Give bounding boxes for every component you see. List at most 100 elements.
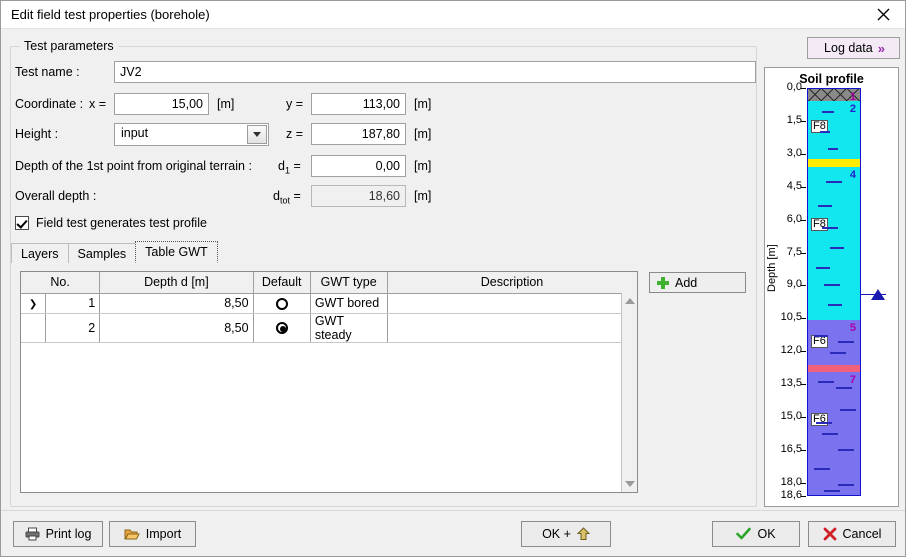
scroll-up-icon[interactable] [622,293,638,309]
depth-first-point-symbol: d1 = [278,159,301,176]
title-bar: Edit field test properties (borehole) [1,1,905,29]
depth-tick-label: 0,0 [786,81,802,93]
height-mode-select[interactable]: input [114,123,269,146]
soil-layer-6 [808,365,860,372]
cell-no: 1 [45,293,101,314]
depth-tick-label: 15,0 [780,410,802,423]
height-label: Height : [15,127,59,141]
depth-tick-label: 16,5 [780,442,802,455]
table-row[interactable]: ❯ 1 8,50 GWT bored [21,293,637,314]
cell-description[interactable] [387,293,637,314]
d-symbol: d [278,159,285,173]
ok-plus-button[interactable]: OK + [521,521,611,547]
cell-default[interactable] [253,313,311,343]
soil-texture-mark [830,246,844,249]
soil-texture-mark [830,352,846,355]
soil-texture-mark [828,148,838,151]
test-name-input[interactable] [114,61,756,83]
import-button[interactable]: Import [109,521,196,547]
cell-no: 2 [45,313,101,343]
plus-icon [657,276,669,289]
soil-texture-mark [838,448,854,451]
soil-texture-mark [838,483,854,486]
soil-profile-title: Soil profile [799,72,864,86]
log-data-label: Log data [824,41,873,55]
radio-unselected-icon[interactable] [275,297,288,310]
depth-first-point-label: Depth of the 1st point from original ter… [15,159,252,173]
depth-tick-label: 12,0 [780,344,802,357]
cell-depth[interactable]: 8,50 [99,313,254,343]
col-depth: Depth d [m] [99,272,254,294]
print-log-button[interactable]: Print log [13,521,103,547]
col-default: Default [253,272,311,294]
soil-column: 1 2 F8 4 F8 5 F6 7 F6 [807,88,861,496]
soil-texture-mark [822,227,838,230]
cell-default[interactable] [253,293,311,314]
coordinate-label: Coordinate : [15,97,84,111]
tab-table-gwt[interactable]: Table GWT [135,241,218,263]
gwt-marker-icon [871,289,885,301]
depth-first-point-unit: [m] [414,159,432,173]
soil-texture-mark [836,387,852,390]
coordinate-y-input[interactable] [311,93,406,115]
cell-gwt-type[interactable]: GWT steady [310,313,388,343]
depth-tick-label: 10,5 [780,311,802,324]
cell-gwt-type[interactable]: GWT bored [310,293,388,314]
coordinate-y-unit: [m] [414,97,432,111]
depth-tick-label: 7,5 [786,245,802,258]
depth-tick-label: 1,5 [786,113,802,126]
soil-texture-mark [818,380,834,383]
group-legend: Test parameters [20,39,118,53]
depth-tick-label: 4,5 [786,179,802,192]
overall-depth-unit: [m] [414,189,432,203]
double-chevron-right-icon: » [877,40,885,56]
log-data-button[interactable]: Log data » [807,37,900,59]
radio-selected-icon[interactable] [275,322,288,335]
tab-table-gwt-label: Table GWT [145,245,208,259]
tab-samples-label: Samples [77,246,127,261]
soil-profile-panel: Soil profile Depth [m] 1 2 F8 4 F8 5 F6 7 F6 0,0… [764,67,899,507]
cell-depth[interactable]: 8,50 [99,293,254,314]
window-title: Edit field test properties (borehole) [11,7,210,22]
ok-plus-label: OK + [542,527,571,541]
soil-texture-mark [822,110,834,113]
table-scrollbar[interactable] [621,293,637,492]
d-subscript: 1 [284,165,290,176]
dtot-subscript: tot [279,195,290,206]
tab-layers[interactable]: Layers [11,243,69,263]
cancel-button[interactable]: Cancel [808,521,896,547]
add-button-label: Add [675,275,698,290]
add-button[interactable]: Add [649,272,746,293]
soil-texture-mark [814,468,830,471]
tab-strip: Layers Samples Table GWT [11,241,218,263]
depth-tick-label: 9,0 [786,278,802,291]
dialog-window: Edit field test properties (borehole) Lo… [0,0,906,557]
height-z-input[interactable] [311,123,406,145]
checkbox-box[interactable] [15,216,29,230]
ok-button[interactable]: OK [712,521,800,547]
dtot-symbol: d [273,189,280,203]
scroll-down-icon[interactable] [622,476,638,492]
soil-layer-number: 7 [849,373,856,386]
soil-layer-number: 2 [849,103,856,116]
coordinate-x-input[interactable] [114,93,209,115]
d-equals: = [293,159,301,173]
coordinate-x-label: x = [89,97,107,111]
print-log-label: Print log [45,527,92,541]
height-mode-value: input [121,126,149,140]
tab-samples[interactable]: Samples [67,243,137,263]
generates-profile-checkbox[interactable]: Field test generates test profile [15,216,207,230]
col-description: Description [387,272,637,294]
ok-label: OK [757,527,776,541]
depth-first-point-input[interactable] [311,155,406,177]
table-row[interactable]: 2 8,50 GWT steady [21,313,637,343]
col-no: No. [21,272,101,294]
chevron-down-icon[interactable] [247,125,267,144]
cell-description[interactable] [387,313,637,343]
folder-open-icon [124,529,140,540]
depth-tick-label: 18,6 [780,489,802,501]
soil-texture-mark [826,181,842,184]
close-icon[interactable] [861,1,905,28]
soil-texture-mark [828,303,842,306]
soil-texture-mark [816,422,832,425]
